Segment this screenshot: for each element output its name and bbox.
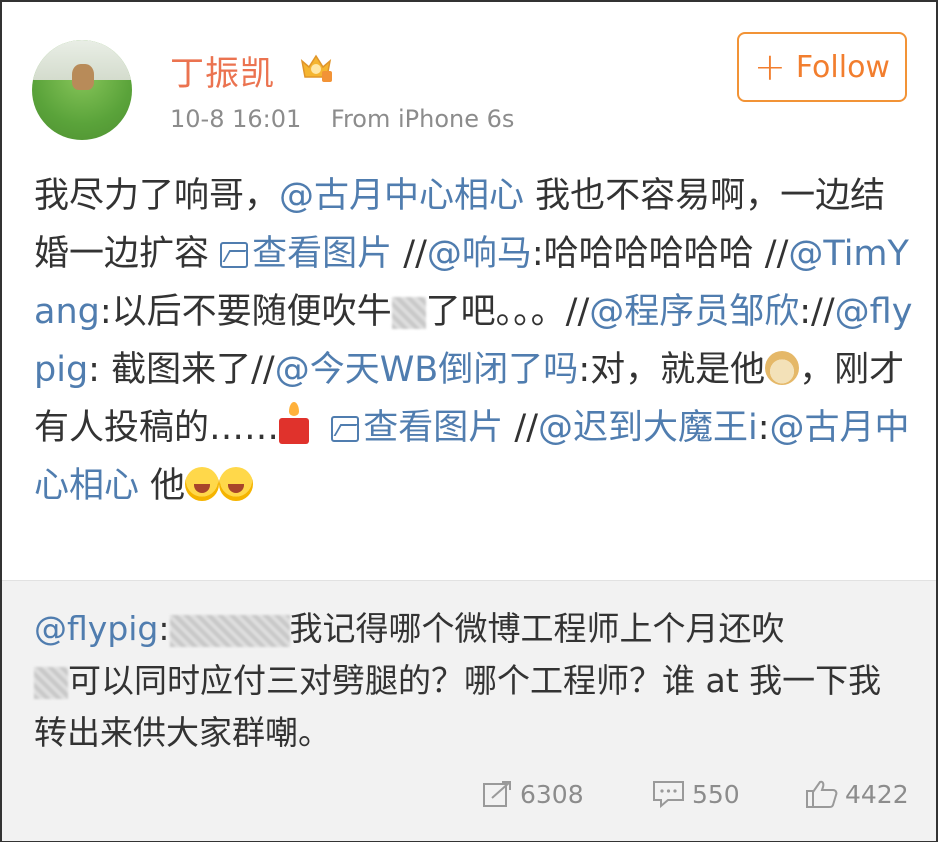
view-image-label: 查看图片: [252, 234, 393, 274]
comment-count: 550: [692, 779, 740, 809]
post-text: 他: [139, 466, 186, 506]
like-button[interactable]: 4422: [805, 779, 909, 809]
post-meta: 10-8 16:01 From iPhone 6s: [170, 105, 514, 133]
comment-button[interactable]: 550: [652, 779, 740, 809]
post-text: ://: [799, 292, 835, 332]
post-text: 了吧。。。//: [425, 292, 590, 332]
username[interactable]: 丁振凯: [170, 46, 275, 95]
post-text: :对，就是他: [578, 350, 766, 390]
view-image-link[interactable]: 查看图片: [331, 408, 503, 448]
doge-emoji-icon: [765, 351, 800, 385]
post-text: 可以同时应付三对劈腿的？哪个工程师？谁 at 我一下我转出来供大家群嘲。: [34, 661, 882, 752]
image-icon: [220, 242, 249, 268]
laugh-cry-emoji-icon: [219, 467, 254, 501]
original-post-text: @flypig: 我记得哪个微博工程师上个月还吹可以同时应付三对劈腿的？哪个工程师…: [34, 603, 914, 759]
repost-count: 6308: [520, 779, 584, 809]
mention-link[interactable]: @迟到大魔王i: [538, 408, 758, 448]
censored-text-blur: [169, 614, 290, 647]
vip-crown-icon: [300, 54, 332, 82]
post-content: 我尽力了响哥，@古月中心相心 我也不容易啊，一边结婚一边扩容 查看图片 //@响…: [34, 167, 914, 515]
censored-text-blur: [34, 666, 68, 699]
view-image-link[interactable]: 查看图片: [220, 234, 392, 274]
post-text: :: [158, 609, 170, 648]
comment-icon: [653, 781, 684, 809]
avatar[interactable]: [32, 40, 132, 140]
post-time: 10-8 16:01: [170, 105, 302, 133]
like-count: 4422: [845, 779, 909, 809]
mention-link[interactable]: @flypig: [34, 609, 158, 648]
candle-emoji-icon: [279, 402, 310, 444]
follow-label: Follow: [795, 49, 890, 85]
plus-icon: +: [754, 45, 786, 89]
weibo-post-card: 丁振凯 10-8 16:01 From iPhone 6s + Follow 我…: [0, 0, 938, 842]
view-image-label: 查看图片: [363, 408, 504, 448]
laugh-cry-emoji-icon: [185, 467, 220, 501]
image-icon: [331, 416, 360, 442]
follow-button[interactable]: + Follow: [737, 32, 907, 102]
post-text: //: [503, 408, 539, 448]
action-bar: 6308 550 4422: [2, 779, 936, 819]
original-post-section[interactable]: @flypig: 我记得哪个微博工程师上个月还吹可以同时应付三对劈腿的？哪个工程师…: [2, 580, 936, 841]
post-text: :: [757, 408, 770, 448]
censored-text-blur: [391, 297, 426, 329]
post-text: //: [392, 234, 427, 274]
post-text: :哈哈哈哈哈哈 //: [531, 234, 789, 274]
mention-link[interactable]: @响马: [427, 234, 532, 274]
post-text: 我记得哪个微博工程师上个月还吹: [289, 609, 785, 648]
post-text: 我尽力了响哥，: [34, 176, 280, 216]
repost-icon: [483, 781, 511, 807]
repost-button[interactable]: 6308: [482, 779, 584, 809]
mention-link[interactable]: @程序员邹欣: [589, 292, 799, 332]
mention-link[interactable]: @今天WB倒闭了吗: [275, 350, 579, 390]
mention-link[interactable]: @古月中心相心: [279, 176, 524, 216]
thumbs-up-icon: [806, 780, 838, 808]
post-source: From iPhone 6s: [330, 105, 515, 133]
post-text: :以后不要随便吹牛: [99, 292, 392, 332]
post-text: : 截图来了//: [88, 350, 275, 390]
